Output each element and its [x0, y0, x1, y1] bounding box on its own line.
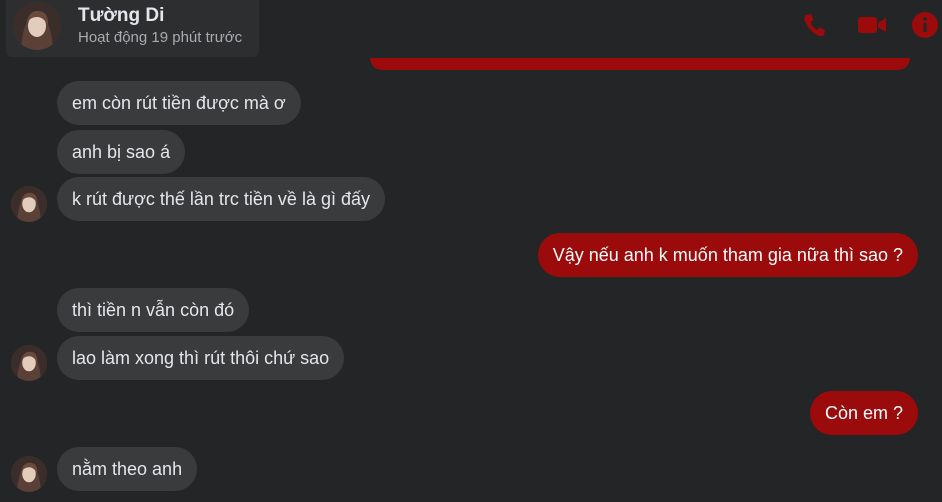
video-camera-icon[interactable] [855, 8, 889, 42]
incoming-message[interactable]: lao làm xong thì rút thôi chứ sao [57, 336, 345, 380]
phone-icon[interactable] [800, 8, 830, 42]
incoming-message[interactable]: nằm theo anh [57, 447, 198, 491]
outgoing-message[interactable]: Còn em ? [809, 391, 918, 435]
previous-message-bubble-edge [370, 58, 910, 70]
incoming-message[interactable]: em còn rút tiền được mà ơ [57, 81, 301, 125]
incoming-message[interactable]: k rút được thế lần trc tiền về là gì đấy [57, 177, 385, 221]
incoming-message[interactable]: thì tiền n vẫn còn đó [57, 288, 250, 332]
contact-name[interactable]: Tường Di [78, 5, 164, 27]
contact-avatar[interactable] [13, 2, 61, 50]
outgoing-message[interactable]: Vậy nếu anh k muốn tham gia nữa thì sao … [537, 233, 918, 277]
sender-avatar [11, 345, 47, 381]
info-icon[interactable] [910, 8, 940, 42]
sender-avatar [11, 456, 47, 492]
incoming-message[interactable]: anh bị sao á [57, 130, 186, 174]
sender-avatar [11, 186, 47, 222]
contact-status: Hoạt động 19 phút trước [78, 29, 243, 46]
chat-header: Tường Di Hoạt động 19 phút trước [6, 0, 259, 57]
